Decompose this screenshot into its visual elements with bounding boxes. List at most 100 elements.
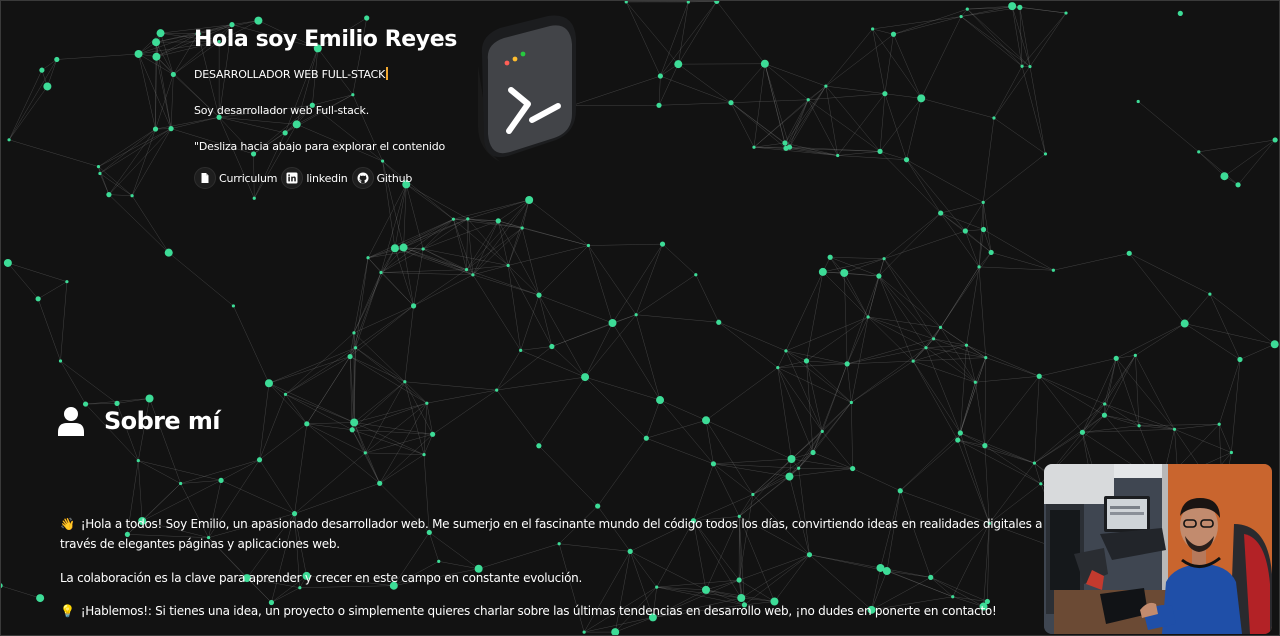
network-node [982, 443, 988, 449]
network-node [776, 366, 780, 370]
network-node [938, 325, 943, 329]
network-node [136, 458, 140, 463]
network-node [1036, 373, 1042, 379]
network-node [959, 14, 963, 19]
network-node [824, 84, 828, 88]
network-node [643, 435, 649, 441]
network-node [917, 94, 926, 103]
network-node [349, 427, 355, 433]
network-node [1172, 427, 1177, 431]
network-node [710, 461, 717, 467]
network-node [931, 337, 936, 341]
network-node [390, 244, 399, 253]
network-node [1079, 429, 1086, 435]
network-node [1235, 182, 1241, 188]
network-node [827, 254, 833, 260]
network-node [890, 31, 897, 37]
network-node [657, 73, 663, 79]
network-node [156, 29, 165, 38]
network-node [836, 153, 840, 158]
network-node [877, 148, 883, 154]
network-node [988, 249, 994, 256]
network-node [581, 373, 590, 382]
network-node [152, 126, 159, 132]
network-node [35, 296, 41, 302]
network-node [96, 165, 101, 169]
network-node [752, 145, 756, 149]
network-node [39, 67, 45, 73]
network-node [1237, 356, 1243, 363]
network-node [938, 210, 944, 216]
network-node [955, 437, 961, 443]
network-node [283, 392, 288, 396]
network-node [536, 292, 542, 298]
network-node [525, 195, 534, 204]
network-node [981, 200, 985, 204]
network-node [595, 503, 601, 509]
network-node [366, 256, 370, 260]
network-node [924, 346, 928, 350]
about-paragraph-text: ¡Hola a todos! Soy Emilio, un apasionado… [60, 517, 1043, 551]
network-node [973, 380, 977, 384]
network-node [803, 358, 810, 364]
network-node [840, 268, 849, 277]
network-node [1017, 4, 1023, 10]
network-node [379, 270, 383, 275]
network-node [1270, 340, 1279, 349]
network-node [7, 138, 11, 142]
network-node [797, 466, 801, 470]
network-node [849, 400, 853, 405]
network-node [656, 102, 662, 108]
network-node [451, 217, 455, 221]
network-node [519, 348, 523, 352]
network-node [520, 226, 524, 230]
about-paragraph-text: ¡Hablemos!: Si tienes una idea, un proye… [80, 604, 997, 618]
network-node [785, 472, 794, 481]
about-paragraph: 💡 ¡Hablemos!: Si tienes una idea, un proy… [60, 601, 1050, 621]
network-node [882, 91, 888, 97]
network-node [1197, 150, 1201, 154]
network-node [106, 192, 112, 198]
network-node [170, 71, 176, 78]
network-node [897, 488, 903, 494]
network-node [1032, 461, 1037, 465]
user-icon [58, 407, 84, 436]
network-node [1220, 172, 1229, 181]
network-node [363, 451, 367, 455]
network-node [352, 331, 356, 335]
network-node [1028, 64, 1032, 69]
network-node [903, 157, 910, 163]
github-link[interactable]: Github [351, 167, 412, 189]
network-node [1136, 99, 1140, 104]
about-title: Sobre mí [104, 407, 220, 435]
network-node [256, 457, 263, 463]
network-node [1208, 292, 1212, 296]
network-node [54, 56, 60, 63]
network-node [656, 396, 665, 405]
network-node [1177, 10, 1183, 16]
network-node [231, 304, 235, 308]
network-node [624, 0, 628, 4]
network-node [702, 416, 711, 425]
linkedin-icon [281, 167, 304, 189]
network-node [421, 247, 425, 251]
network-node [466, 217, 470, 221]
linkedin-link[interactable]: linkedin [281, 167, 348, 189]
hero-description: Soy desarrollador web Full-stack. [194, 104, 369, 117]
network-node [810, 449, 816, 456]
network-node [674, 60, 683, 69]
lightbulb-icon: 💡 [60, 604, 75, 618]
network-node [218, 477, 224, 483]
curriculum-link[interactable]: Curriculum [194, 167, 278, 189]
network-node [58, 359, 63, 363]
network-node [1051, 268, 1055, 272]
curriculum-link-label: Curriculum [219, 171, 278, 185]
network-node [866, 315, 870, 319]
network-node [145, 394, 154, 403]
network-node [1272, 137, 1278, 143]
network-node [471, 273, 475, 277]
network-node [134, 49, 143, 58]
network-node [425, 401, 429, 405]
network-node [549, 343, 555, 350]
network-node [1043, 152, 1048, 156]
